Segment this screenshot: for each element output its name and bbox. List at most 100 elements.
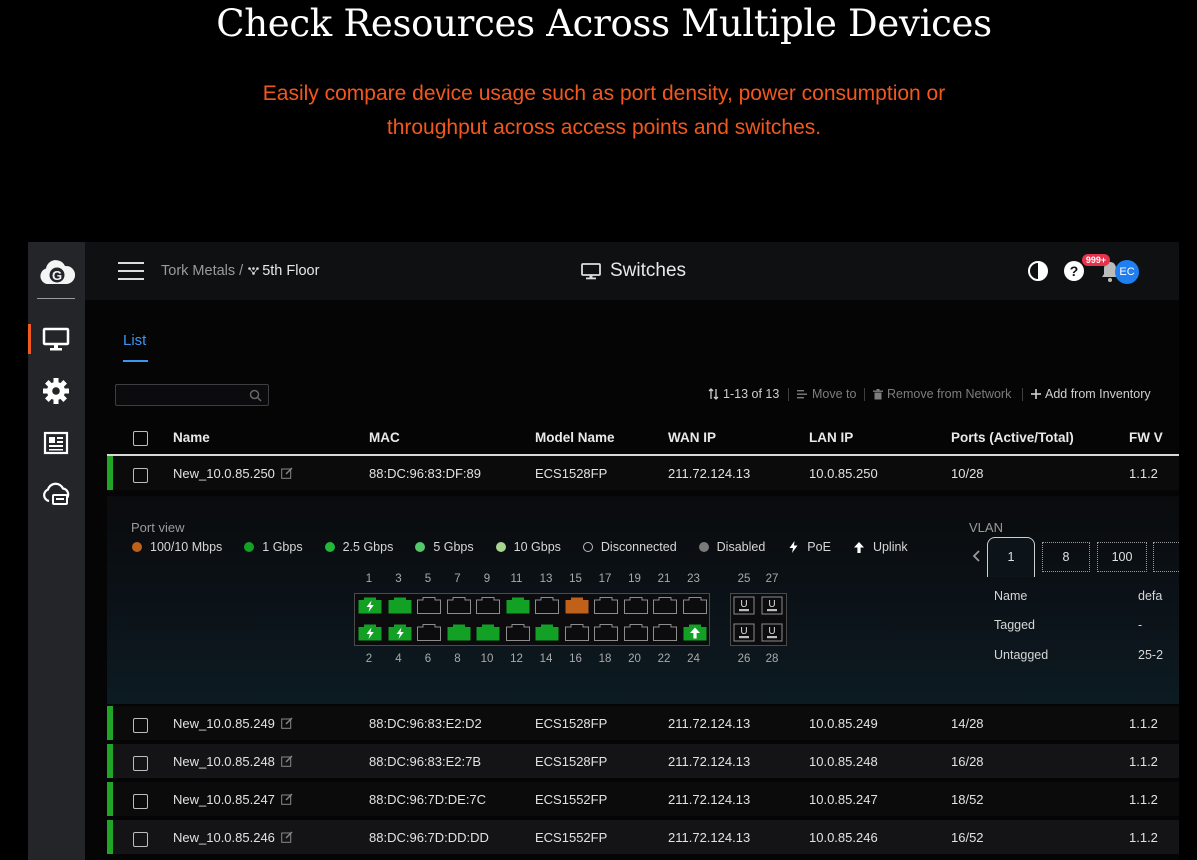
search-icon — [249, 389, 262, 402]
port-15[interactable] — [564, 596, 590, 615]
gear-icon[interactable] — [40, 376, 72, 406]
device-name[interactable]: New_10.0.85.247 — [173, 792, 275, 807]
port-9[interactable] — [475, 596, 501, 615]
vlan-tab-more[interactable] — [1153, 542, 1179, 572]
contrast-icon[interactable] — [1026, 259, 1050, 283]
port-5[interactable] — [416, 596, 442, 615]
move-to-button[interactable]: Move to — [797, 387, 856, 401]
port-21[interactable] — [652, 596, 678, 615]
port-10[interactable] — [475, 623, 501, 642]
vlan-tab-100[interactable]: 100 — [1097, 542, 1147, 572]
breadcrumb-site[interactable]: 5th Floor — [262, 263, 319, 279]
add-from-inventory-button[interactable]: Add from Inventory — [1031, 387, 1151, 401]
brand-logo[interactable]: G — [37, 256, 76, 290]
port-24[interactable] — [682, 623, 708, 642]
model-name: ECS1528FP — [535, 754, 608, 769]
remove-from-network-button[interactable]: Remove from Network — [873, 387, 1011, 401]
column-header-model-name[interactable]: Model Name — [535, 430, 615, 445]
row-checkbox[interactable] — [133, 794, 148, 809]
port-7[interactable] — [446, 596, 472, 615]
port-3[interactable] — [387, 596, 413, 615]
port-22[interactable] — [652, 623, 678, 642]
port-14[interactable] — [534, 623, 560, 642]
chevron-left-icon[interactable] — [971, 549, 983, 563]
edit-icon[interactable] — [281, 717, 293, 729]
port-number: 8 — [454, 653, 461, 665]
device-name[interactable]: New_10.0.85.246 — [173, 830, 275, 845]
select-all-checkbox[interactable] — [133, 431, 148, 446]
row-checkbox[interactable] — [133, 718, 148, 733]
edit-icon[interactable] — [281, 793, 293, 805]
port-number: 25 — [737, 573, 751, 585]
device-name[interactable]: New_10.0.85.249 — [173, 716, 275, 731]
port-6[interactable] — [416, 623, 442, 642]
column-header-fw-version[interactable]: FW V — [1129, 430, 1163, 445]
newspaper-icon[interactable] — [40, 428, 72, 458]
sfp-port-27[interactable]: U — [761, 596, 783, 615]
edit-icon[interactable] — [281, 467, 293, 479]
sfp-port-28[interactable]: U — [761, 623, 783, 642]
edit-icon[interactable] — [281, 755, 293, 767]
port-23[interactable] — [682, 596, 708, 615]
table-row[interactable]: New_10.0.85.249 88:DC:96:83:E2:D2 ECS152… — [107, 706, 1179, 740]
sidebar-divider — [37, 298, 75, 299]
breadcrumb-org[interactable]: Tork Metals / — [161, 263, 243, 279]
port-number: 24 — [687, 653, 700, 665]
breadcrumb: Tork Metals / 5th Floor — [161, 263, 319, 279]
bolt-icon — [787, 541, 799, 553]
trash-icon — [873, 388, 883, 399]
port-16[interactable] — [564, 623, 590, 642]
row-checkbox[interactable] — [133, 756, 148, 771]
cloud-device-icon[interactable] — [40, 480, 72, 510]
port-1[interactable] — [357, 596, 383, 615]
port-20[interactable] — [623, 623, 649, 642]
vlan-field-value: - — [1138, 618, 1143, 632]
legend-item-2-5-gbps: 2.5 Gbps — [324, 540, 393, 554]
sfp-port-25[interactable]: U — [733, 596, 755, 615]
port-18[interactable] — [593, 623, 619, 642]
vlan-tab-8[interactable]: 8 — [1042, 542, 1090, 572]
port-4[interactable] — [387, 623, 413, 642]
port-11[interactable] — [505, 596, 531, 615]
toolbar-divider — [864, 388, 865, 401]
port-12[interactable] — [505, 623, 531, 642]
port-number: 10 — [480, 653, 494, 665]
port-view-panel: Port view 100/10 Mbps 1 Gbps 2.5 Gbps 5 Gbp… — [107, 496, 1179, 704]
fw-version: 1.1.2 — [1129, 754, 1158, 769]
port-19[interactable] — [623, 596, 649, 615]
column-header-mac[interactable]: MAC — [369, 430, 400, 445]
device-name[interactable]: New_10.0.85.250 — [173, 466, 275, 481]
table-row[interactable]: New_10.0.85.248 88:DC:96:83:E2:7B ECS152… — [107, 744, 1179, 778]
ports-count: 16/28 — [951, 754, 984, 769]
monitor-icon[interactable] — [40, 324, 72, 354]
sfp-port-26[interactable]: U — [733, 623, 755, 642]
port-13[interactable] — [534, 596, 560, 615]
port-8[interactable] — [446, 623, 472, 642]
edit-icon[interactable] — [281, 831, 293, 843]
port-number: 12 — [510, 653, 523, 665]
row-checkbox[interactable] — [133, 832, 148, 847]
table-row[interactable]: New_10.0.85.247 88:DC:96:7D:DE:7C ECS155… — [107, 782, 1179, 816]
search-input[interactable] — [115, 384, 269, 406]
column-header-lan-ip[interactable]: LAN IP — [809, 430, 853, 445]
avatar[interactable]: EC — [1115, 260, 1139, 284]
port-number: 5 — [424, 573, 432, 585]
menu-icon[interactable] — [118, 262, 144, 282]
legend-label: Disabled — [716, 540, 766, 554]
port-number: 4 — [395, 653, 402, 665]
row-checkbox[interactable] — [133, 468, 148, 483]
table-row[interactable]: New_10.0.85.250 88:DC:96:83:DF:89 ECS152… — [107, 456, 1179, 490]
port-number: 7 — [454, 573, 461, 585]
device-name[interactable]: New_10.0.85.248 — [173, 754, 275, 769]
tab-list[interactable]: List — [123, 332, 146, 349]
vlan-label: VLAN — [969, 520, 1003, 535]
sidebar: G — [28, 242, 85, 860]
vlan-tab-1[interactable]: 1 — [987, 537, 1035, 577]
column-header-name[interactable]: Name — [173, 430, 210, 445]
column-header-wan-ip[interactable]: WAN IP — [668, 430, 716, 445]
table-row[interactable]: New_10.0.85.246 88:DC:96:7D:DD:DD ECS155… — [107, 820, 1179, 854]
port-number: 20 — [628, 653, 641, 665]
port-17[interactable] — [593, 596, 619, 615]
port-2[interactable] — [357, 623, 383, 642]
column-header-ports[interactable]: Ports (Active/Total) — [951, 430, 1074, 445]
